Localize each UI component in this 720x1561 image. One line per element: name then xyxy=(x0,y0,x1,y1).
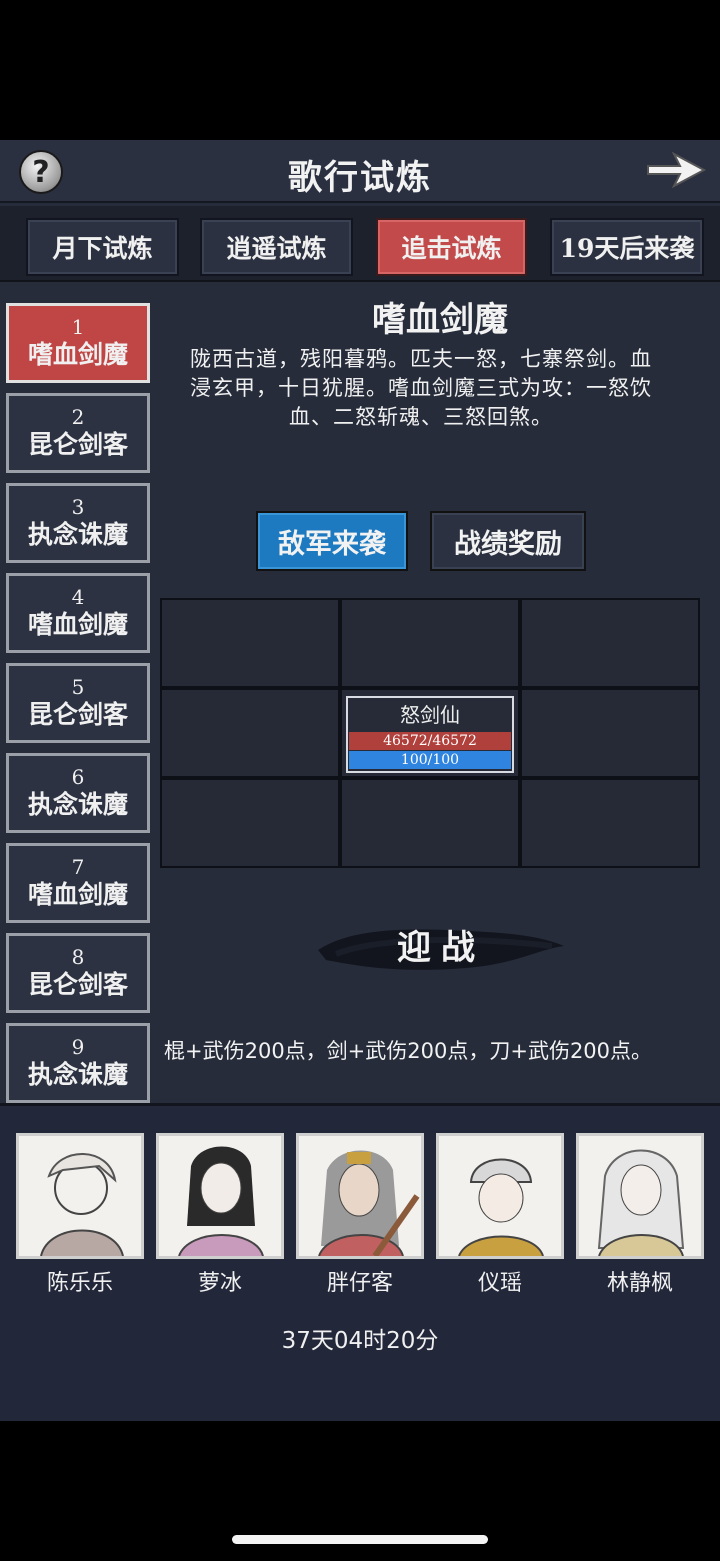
stage-name: 嗜血剑魔 xyxy=(27,880,128,909)
battle-button[interactable]: 迎战 xyxy=(316,920,566,976)
stage-number: 9 xyxy=(71,1035,85,1059)
stage-number: 5 xyxy=(71,675,85,699)
tab-pursuit-trial[interactable]: 追击试炼 xyxy=(376,218,527,276)
grid-cell[interactable] xyxy=(340,598,520,688)
enemy-unit-card[interactable]: 怒剑仙 46572/46572 100/100 xyxy=(346,696,514,773)
stage-name: 执念诛魔 xyxy=(27,520,128,549)
party-member[interactable]: 陈乐乐 xyxy=(16,1133,144,1297)
stage-name: 嗜血剑魔 xyxy=(27,340,128,369)
stage-number: 8 xyxy=(71,945,85,969)
member-name: 胖仔客 xyxy=(326,1271,393,1296)
stage-name: 执念诛魔 xyxy=(27,1060,128,1089)
stage-item-8[interactable]: 8 昆仑剑客 xyxy=(6,933,150,1013)
game-screen: ? 歌行试炼 月下试炼 逍遥试炼 追击试炼 19天后来袭 1 嗜血剑魔 2 昆仑… xyxy=(0,140,720,1421)
stage-name: 昆仑剑客 xyxy=(27,430,128,459)
stage-item-5[interactable]: 5 昆仑剑客 xyxy=(6,663,150,743)
member-name: 陈乐乐 xyxy=(46,1271,113,1296)
header-bar: ? 歌行试炼 xyxy=(0,140,720,203)
grid-cell[interactable] xyxy=(160,598,340,688)
stage-item-3[interactable]: 3 执念诛魔 xyxy=(6,483,150,563)
grid-cell[interactable] xyxy=(520,688,700,778)
boss-description: 陇西古道，残阳暮鸦。匹夫一怒，七寨祭剑。血浸玄甲，十日犹腥。嗜血剑魔三式为攻：一… xyxy=(190,347,652,429)
portrait-image xyxy=(436,1133,564,1259)
stage-item-9[interactable]: 9 执念诛魔 xyxy=(6,1023,150,1103)
stage-number: 4 xyxy=(71,585,85,609)
enemy-mp-bar: 100/100 xyxy=(349,751,511,769)
stage-name: 昆仑剑客 xyxy=(27,700,128,729)
tab-incoming-countdown[interactable]: 19天后来袭 xyxy=(550,218,704,276)
grid-cell[interactable] xyxy=(520,778,700,868)
tab-moonlight-trial[interactable]: 月下试炼 xyxy=(26,218,179,276)
party-panel: 陈乐乐 萝冰 胖仔客 仪瑶 林静枫 37天04时20分 xyxy=(0,1103,720,1421)
arrow-right-icon[interactable] xyxy=(644,146,708,194)
party-member[interactable]: 萝冰 xyxy=(156,1133,284,1297)
tab-bar: 月下试炼 逍遥试炼 追击试炼 19天后来袭 xyxy=(0,206,720,282)
stage-name: 昆仑剑客 xyxy=(27,970,128,999)
tab-carefree-trial[interactable]: 逍遥试炼 xyxy=(200,218,353,276)
member-name: 林静枫 xyxy=(606,1271,673,1296)
stage-number: 2 xyxy=(71,405,85,429)
stage-name: 嗜血剑魔 xyxy=(27,610,128,639)
stage-number: 3 xyxy=(71,495,85,519)
grid-cell[interactable] xyxy=(520,598,700,688)
stage-list: 1 嗜血剑魔 2 昆仑剑客 3 执念诛魔 4 嗜血剑魔 5 昆仑剑客 6 执念诛… xyxy=(0,298,158,1106)
party-member[interactable]: 胖仔客 xyxy=(296,1133,424,1297)
member-name: 萝冰 xyxy=(197,1271,242,1296)
battle-label: 迎战 xyxy=(397,928,485,968)
portrait-image xyxy=(16,1133,144,1259)
game-time-text: 37天04时20分 xyxy=(281,1328,439,1354)
stage-item-1[interactable]: 1 嗜血剑魔 xyxy=(6,303,150,383)
enemy-name: 怒剑仙 xyxy=(400,703,460,727)
battle-reward-button[interactable]: 战绩奖励 xyxy=(430,511,586,571)
stage-item-6[interactable]: 6 执念诛魔 xyxy=(6,753,150,833)
grid-cell[interactable] xyxy=(160,778,340,868)
stage-number: 1 xyxy=(71,315,85,339)
portrait-image xyxy=(156,1133,284,1259)
stage-number: 6 xyxy=(71,765,85,789)
portrait-image xyxy=(296,1133,424,1259)
stage-number: 7 xyxy=(71,855,85,879)
party-member[interactable]: 林静枫 xyxy=(576,1133,704,1297)
member-name: 仪瑶 xyxy=(477,1271,522,1296)
bonus-effects-text: 棍+武伤200点，剑+武伤200点，刀+武伤200点。 xyxy=(164,1039,653,1063)
portrait-image xyxy=(576,1133,704,1259)
grid-cell[interactable] xyxy=(160,688,340,778)
home-indicator[interactable] xyxy=(232,1535,488,1544)
grid-cell[interactable] xyxy=(340,778,520,868)
boss-title: 嗜血剑魔 xyxy=(372,300,508,340)
stage-name: 执念诛魔 xyxy=(27,790,128,819)
stage-item-4[interactable]: 4 嗜血剑魔 xyxy=(6,573,150,653)
stage-item-7[interactable]: 7 嗜血剑魔 xyxy=(6,843,150,923)
page-title: 歌行试炼 xyxy=(288,158,432,198)
enemy-incoming-button[interactable]: 敌军来袭 xyxy=(256,511,408,571)
enemy-hp-bar: 46572/46572 xyxy=(349,732,511,750)
stage-item-2[interactable]: 2 昆仑剑客 xyxy=(6,393,150,473)
party-member[interactable]: 仪瑶 xyxy=(436,1133,564,1297)
